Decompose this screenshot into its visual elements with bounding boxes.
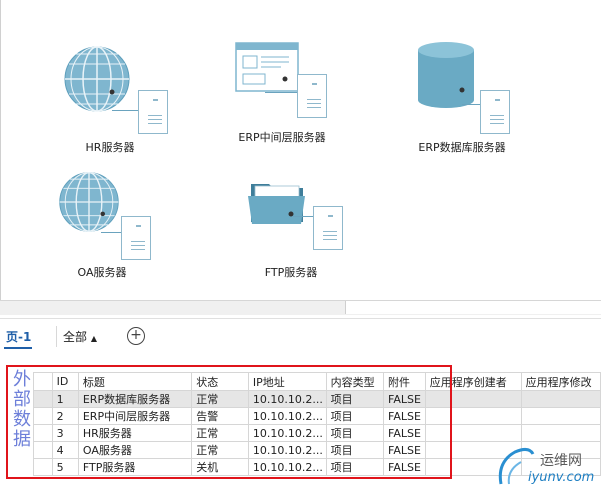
table-cell-status[interactable]: 正常 bbox=[191, 390, 249, 408]
add-page-button[interactable]: + bbox=[127, 327, 145, 345]
table-cell-type[interactable]: 项目 bbox=[325, 390, 385, 408]
erp-middle-server-label: ERP中间层服务器 bbox=[238, 131, 326, 144]
table-cell-attach[interactable]: FALSE bbox=[383, 441, 426, 459]
table-cell-id[interactable]: 5 bbox=[51, 458, 79, 476]
connector-line bbox=[112, 110, 138, 111]
table-cell-title[interactable]: HR服务器 bbox=[77, 424, 193, 442]
server-tower-icon bbox=[313, 206, 343, 250]
table-cell-ip[interactable]: 10.10.10.2... bbox=[247, 458, 327, 476]
table-cell-title[interactable]: OA服务器 bbox=[77, 441, 193, 459]
table-cell-status[interactable]: 告警 bbox=[191, 407, 249, 425]
column-header[interactable]: 内容类型 bbox=[325, 372, 385, 391]
table-cell-type[interactable]: 项目 bbox=[325, 407, 385, 425]
erp-db-server-label: ERP数据库服务器 bbox=[418, 141, 506, 154]
server-tower-icon bbox=[480, 90, 510, 134]
all-pages-label: 全部 bbox=[63, 330, 88, 344]
connector-line bbox=[462, 104, 482, 105]
table-cell-attach[interactable]: FALSE bbox=[383, 407, 426, 425]
hr-server-shape[interactable] bbox=[60, 40, 170, 140]
table-cell-id[interactable]: 2 bbox=[51, 407, 79, 425]
table-cell-modifier[interactable] bbox=[520, 407, 601, 425]
table-cell-ip[interactable]: 10.10.10.2... bbox=[247, 407, 327, 425]
globe-icon bbox=[64, 46, 130, 112]
table-cell-modifier[interactable] bbox=[520, 390, 601, 408]
watermark-cn: 运维网 bbox=[540, 453, 582, 469]
plus-icon: + bbox=[130, 327, 142, 343]
table-cell-creator[interactable] bbox=[424, 424, 522, 442]
table-header-row: ID 标题 状态 IP地址 内容类型 附件 应用程序创建者 应用程序修改 bbox=[33, 372, 601, 391]
table-cell-status[interactable]: 关机 bbox=[191, 458, 249, 476]
server-tower-icon bbox=[297, 74, 327, 118]
row-selector[interactable] bbox=[33, 390, 53, 408]
caret-up-icon: ▲ bbox=[90, 334, 97, 343]
row-selector[interactable] bbox=[33, 407, 53, 425]
connector-line bbox=[101, 232, 121, 233]
table-cell-modifier[interactable] bbox=[520, 424, 601, 442]
oa-server-label: OA服务器 bbox=[77, 266, 127, 279]
globe-icon bbox=[59, 172, 119, 232]
page-tabs-bar: 页-1 全部 ▲ + bbox=[0, 318, 601, 353]
erp-middle-server-shape[interactable] bbox=[233, 40, 353, 130]
column-header[interactable]: ID bbox=[51, 372, 79, 391]
column-header[interactable]: 状态 bbox=[191, 372, 249, 391]
table-cell-status[interactable]: 正常 bbox=[191, 441, 249, 459]
table-cell-title[interactable]: ERP数据库服务器 bbox=[77, 390, 193, 408]
canvas-left-edge bbox=[0, 0, 1, 300]
table-cell-type[interactable]: 项目 bbox=[325, 424, 385, 442]
table-row[interactable]: 2 ERP中间层服务器 告警 10.10.10.2... 项目 FALSE bbox=[33, 407, 601, 425]
table-cell-attach[interactable]: FALSE bbox=[383, 390, 426, 408]
table-cell-id[interactable]: 4 bbox=[51, 441, 79, 459]
table-cell-ip[interactable]: 10.10.10.2... bbox=[247, 390, 327, 408]
drawing-canvas[interactable]: HR服务器 ERP中间层服务器 ERP数据库服务器 OA服务器 FTP服务器 bbox=[0, 0, 601, 312]
column-header[interactable]: 标题 bbox=[77, 372, 193, 391]
ftp-server-label: FTP服务器 bbox=[264, 266, 318, 279]
table-cell-id[interactable]: 3 bbox=[51, 424, 79, 442]
table-cell-creator[interactable] bbox=[424, 407, 522, 425]
table-cell-status[interactable]: 正常 bbox=[191, 424, 249, 442]
table-cell-attach[interactable]: FALSE bbox=[383, 424, 426, 442]
table-cell-creator[interactable] bbox=[424, 390, 522, 408]
table-cell-ip[interactable]: 10.10.10.2... bbox=[247, 424, 327, 442]
row-selector[interactable] bbox=[33, 441, 53, 459]
active-tab-indicator bbox=[4, 347, 32, 349]
table-row[interactable]: 3 HR服务器 正常 10.10.10.2... 项目 FALSE bbox=[33, 424, 601, 442]
column-header[interactable]: 附件 bbox=[383, 372, 426, 391]
table-row[interactable]: 1 ERP数据库服务器 正常 10.10.10.2... 项目 FALSE bbox=[33, 390, 601, 408]
column-header[interactable]: IP地址 bbox=[247, 372, 327, 391]
server-tower-icon bbox=[121, 216, 151, 260]
row-selector[interactable] bbox=[33, 458, 53, 476]
column-header[interactable]: 应用程序修改 bbox=[520, 372, 601, 391]
webpage-icon bbox=[235, 42, 299, 92]
page-tab-1[interactable]: 页-1 bbox=[6, 328, 31, 345]
database-icon bbox=[418, 42, 474, 108]
table-cell-title[interactable]: ERP中间层服务器 bbox=[77, 407, 193, 425]
site-watermark: 运维网 iyunv.com bbox=[493, 444, 601, 490]
external-data-label: 外部数据 bbox=[10, 369, 31, 449]
table-cell-id[interactable]: 1 bbox=[51, 390, 79, 408]
row-selector[interactable] bbox=[33, 424, 53, 442]
horizontal-scrollbar[interactable] bbox=[0, 300, 601, 315]
table-cell-attach[interactable]: FALSE bbox=[383, 458, 426, 476]
ftp-server-shape[interactable] bbox=[245, 176, 365, 256]
erp-db-server-shape[interactable] bbox=[414, 38, 524, 138]
connector-line bbox=[293, 216, 313, 217]
table-cell-ip[interactable]: 10.10.10.2... bbox=[247, 441, 327, 459]
folder-icon bbox=[248, 184, 305, 224]
table-cell-title[interactable]: FTP服务器 bbox=[77, 458, 193, 476]
table-cell-type[interactable]: 项目 bbox=[325, 458, 385, 476]
all-pages-button[interactable]: 全部 ▲ bbox=[56, 326, 103, 347]
watermark-en: iyunv.com bbox=[528, 470, 595, 485]
table-cell-type[interactable]: 项目 bbox=[325, 441, 385, 459]
column-header[interactable]: 应用程序创建者 bbox=[424, 372, 522, 391]
oa-server-shape[interactable] bbox=[55, 168, 165, 260]
scrollbar-thumb[interactable] bbox=[345, 301, 601, 314]
hr-server-label: HR服务器 bbox=[85, 141, 135, 154]
corner-cell[interactable] bbox=[33, 372, 53, 391]
server-tower-icon bbox=[138, 90, 168, 134]
